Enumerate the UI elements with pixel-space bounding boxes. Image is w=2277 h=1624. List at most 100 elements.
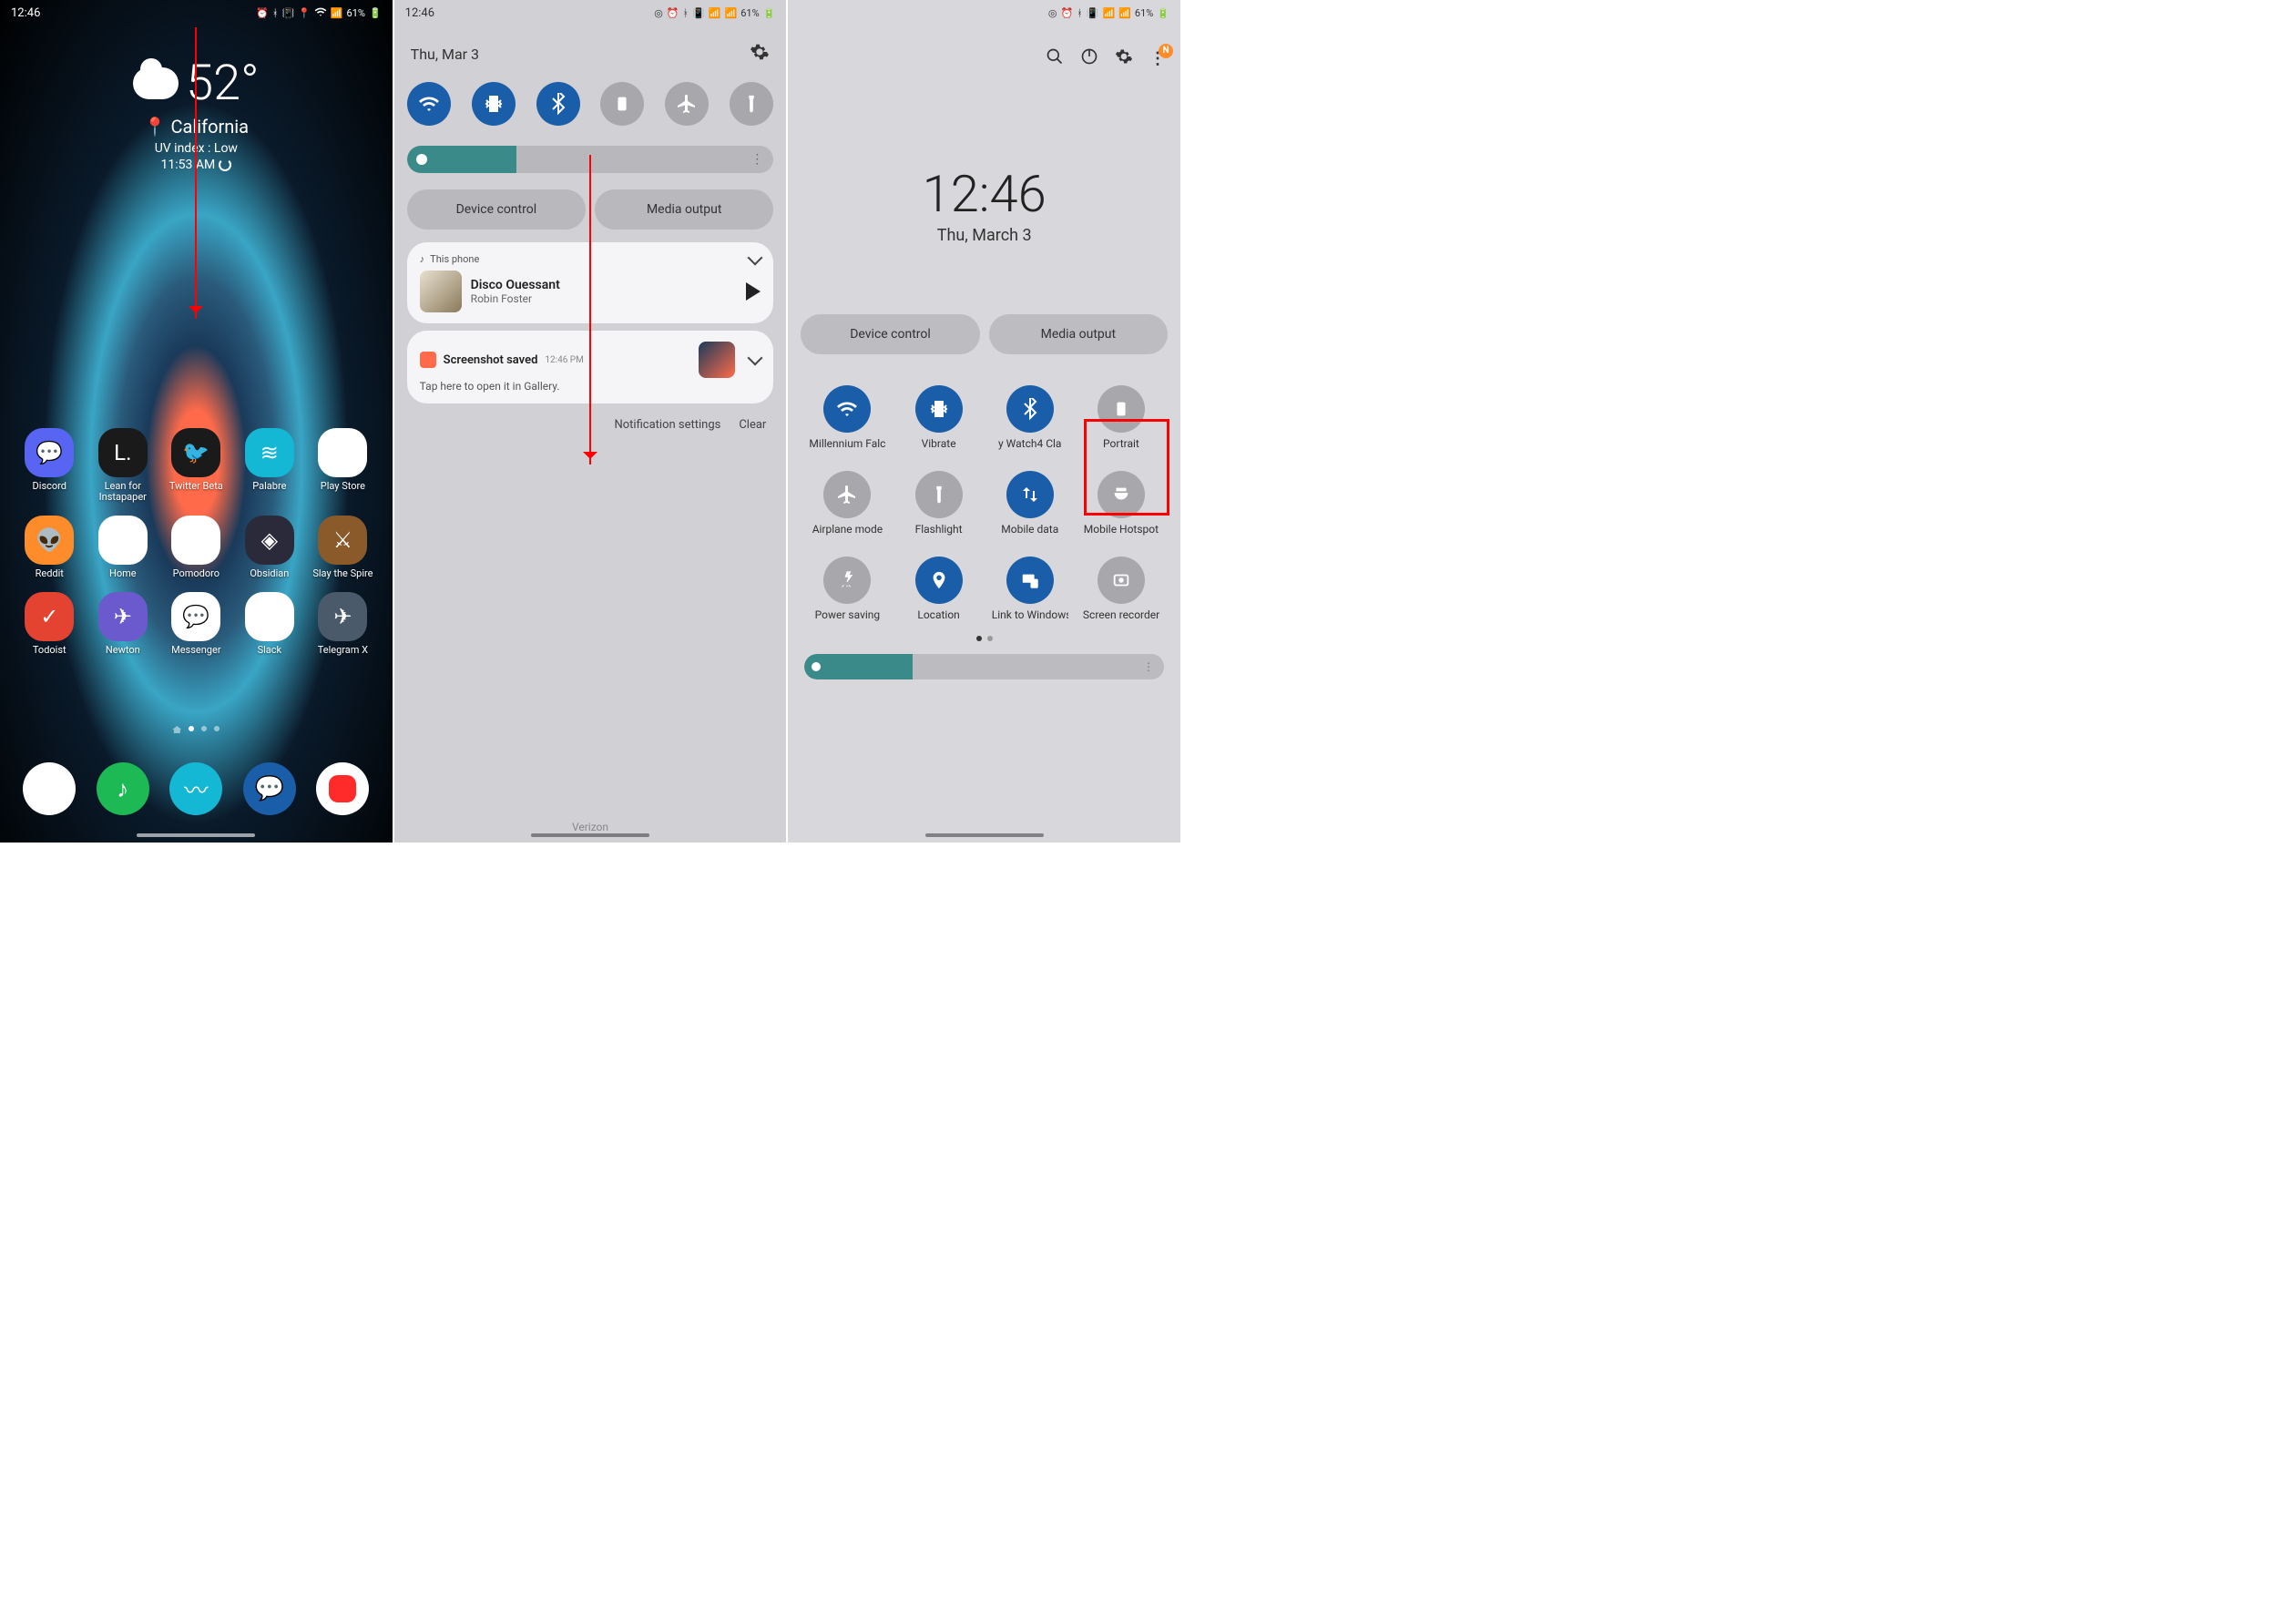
home-screen: 12:46 ⏰ ᚼ 📳 📍 📶 61% 🔋 52° 📍 California [0,0,394,843]
settings-button[interactable] [750,42,770,66]
notification-settings-link[interactable]: Notification settings [614,418,720,432]
app-lean-for-instapaper[interactable]: L.Lean for Instapaper [87,428,160,503]
page-dot[interactable] [987,636,993,641]
qs-label: Mobile Hotspot [1084,524,1159,536]
wifi-icon [314,5,327,21]
app-newton[interactable]: ✈Newton [87,592,160,656]
media-output-button[interactable]: Media output [595,189,773,230]
vibrate-icon [915,385,963,433]
app-label: Slay the Spire [312,568,373,579]
wifi-icon: 📶 [1102,7,1115,19]
qs-item-flashlight[interactable]: Flashlight [896,471,982,536]
app-label: Obsidian [250,568,289,579]
annotation-swipe-down-arrow [195,27,197,319]
brightness-more-icon[interactable]: ⋮ [1143,660,1155,673]
chevron-down-icon[interactable] [748,351,763,366]
flashlight-icon [915,471,963,518]
gesture-bar[interactable] [925,833,1044,837]
page-dot[interactable] [201,726,207,731]
clear-button[interactable]: Clear [739,418,766,432]
bluetooth-icon: ᚼ [683,7,689,19]
app-label: Pomodoro [173,568,220,579]
page-dot[interactable] [976,636,982,641]
status-icons: ◎ ⏰ ᚼ 📳 📶 📶 61% 🔋 [654,7,775,19]
app-slack[interactable]: # Slack [233,592,307,656]
dock-app-surfshark[interactable]: 〰 [169,762,222,815]
home-page-icon[interactable] [172,726,181,733]
page-dot[interactable] [189,726,194,731]
app-label: Slack [258,645,282,656]
weather-cloud-icon [133,67,179,99]
play-button[interactable] [746,282,761,301]
qs-item-airplane[interactable]: Airplane mode [804,471,890,536]
qs-item-link-windows[interactable]: Link to Windows [987,557,1073,622]
app-twitter-beta[interactable]: 🐦Twitter Beta [159,428,233,503]
app-palabre[interactable]: ≋Palabre [233,428,307,503]
qs-item-location[interactable]: Location [896,557,982,622]
qs-label: Airplane mode [812,524,883,536]
vibrate-icon: 📳 [692,7,705,19]
qs-item-wifi[interactable]: Millennium Falcon [804,385,890,451]
qs-item-mobile-data[interactable]: Mobile data [987,471,1073,536]
device-control-button[interactable]: Device control [407,189,586,230]
qs-rotation-lock[interactable] [600,82,644,126]
qs-wifi[interactable] [407,82,451,126]
app-pomodoro[interactable]: ◎ Pomodoro [159,516,233,579]
dock-app-spotify[interactable]: ♪ [97,762,149,815]
bluetooth-icon: ᚼ [1077,7,1083,19]
qs-airplane[interactable] [665,82,709,126]
app-label: Home [109,568,137,579]
qs-bluetooth[interactable] [536,82,580,126]
qs-item-hotspot[interactable]: Mobile Hotspot [1078,471,1164,536]
app-label: Telegram X [318,645,368,656]
app-telegram-x[interactable]: ✈Telegram X [306,592,380,656]
screenshot-thumbnail[interactable] [699,342,735,378]
dock-app-camera[interactable] [316,762,369,815]
qs-item-rotation-lock[interactable]: Portrait [1078,385,1164,451]
refresh-icon[interactable] [219,158,231,171]
settings-button[interactable] [1115,47,1133,69]
app-messenger[interactable]: 💬Messenger [159,592,233,656]
app-label: Messenger [171,645,220,656]
qs-item-screen-recorder[interactable]: Screen recorder [1078,557,1164,622]
chevron-down-icon[interactable] [748,250,763,265]
media-title: Disco Ouessant [471,278,560,292]
search-button[interactable] [1046,47,1064,69]
qs-flashlight[interactable] [730,82,773,126]
qs-item-bluetooth[interactable]: y Watch4 Cla [987,385,1073,451]
dock-app-messages[interactable]: 💬 [243,762,296,815]
power-button[interactable] [1080,47,1098,69]
app-slay-the-spire[interactable]: ⚔Slay the Spire [306,516,380,579]
app-obsidian[interactable]: ◈Obsidian [233,516,307,579]
more-button[interactable]: ⋮ [1149,49,1166,68]
brightness-slider[interactable]: ⋮ [804,654,1164,679]
link-windows-icon [1006,557,1054,604]
qs-item-vibrate[interactable]: Vibrate [896,385,982,451]
app-home[interactable]: ⌂Home [87,516,160,579]
app-discord[interactable]: 💬Discord [13,428,87,503]
qs-item-power-saving[interactable]: Power saving [804,557,890,622]
page-indicator[interactable] [0,726,393,733]
clock-date: Thu, March 3 [788,226,1180,245]
page-dot[interactable] [214,726,220,731]
brightness-more-icon[interactable]: ⋮ [750,152,764,167]
page-indicator[interactable] [788,636,1180,641]
app-icon: # [245,592,294,641]
app-icon: ◎ [171,516,220,565]
app-reddit[interactable]: 👽Reddit [13,516,87,579]
cast-icon: ◎ [1048,7,1057,19]
quick-settings-grid: Millennium FalconVibratey Watch4 ClaPort… [788,360,1180,630]
gesture-bar[interactable] [137,833,255,837]
app-icon: ✓ [25,592,74,641]
status-bar: 12:46 ◎ ⏰ ᚼ 📳 📶 📶 61% 🔋 [394,0,787,26]
mobile-data-icon [1006,471,1054,518]
dock-app-chrome-beta[interactable]: ◉ [23,762,76,815]
wifi-icon: 📶 [709,7,721,19]
media-output-button[interactable]: Media output [989,314,1168,354]
device-control-button[interactable]: Device control [801,314,979,354]
app-todoist[interactable]: ✓Todoist [13,592,87,656]
album-art [420,271,462,312]
qs-vibrate[interactable] [472,82,516,126]
app-play-store[interactable]: ▶Play Store [306,428,380,503]
gesture-bar[interactable] [531,833,649,837]
